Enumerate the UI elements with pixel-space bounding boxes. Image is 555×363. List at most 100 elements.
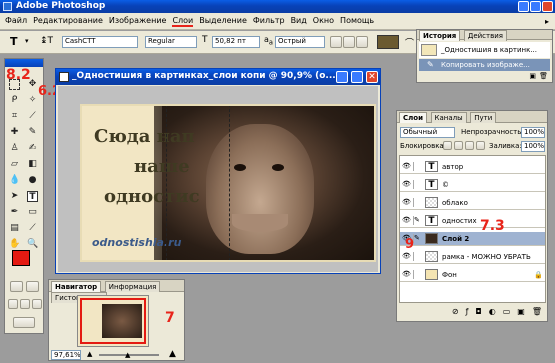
crop-tool-icon[interactable]: ⌗ xyxy=(9,111,20,122)
lasso-tool-icon[interactable]: ᑭ xyxy=(9,95,20,106)
screen-mode-full-menu-icon[interactable] xyxy=(20,299,30,309)
healing-brush-icon[interactable]: ✚ xyxy=(9,127,20,138)
document-minimize-button[interactable] xyxy=(336,71,348,83)
navigator-preview[interactable] xyxy=(77,295,149,347)
link-slot-icon[interactable] xyxy=(413,198,422,207)
dodge-tool-icon[interactable]: ● xyxy=(27,175,38,186)
lock-all-icon[interactable] xyxy=(476,141,485,150)
history-item-selected[interactable]: ✎ Копировать изображе... xyxy=(419,59,550,71)
tab-info[interactable]: Информация xyxy=(104,281,161,292)
menu-help[interactable]: Помощь xyxy=(340,16,374,27)
zoom-tool-icon[interactable]: 🔍 xyxy=(27,239,38,250)
menu-image[interactable]: Изображение xyxy=(109,16,167,27)
notes-tool-icon[interactable]: ▤ xyxy=(9,223,20,234)
text-color-swatch[interactable] xyxy=(377,35,399,49)
blur-tool-icon[interactable]: 💧 xyxy=(9,175,20,186)
tab-channels[interactable]: Каналы xyxy=(430,112,467,123)
brush-active-icon[interactable]: ✎ xyxy=(413,234,422,243)
history-trash-icon[interactable]: 🗑 xyxy=(539,72,548,80)
preset-dropdown-icon[interactable]: ▾ xyxy=(25,37,29,45)
zoom-in-icon[interactable]: ▲ xyxy=(169,349,176,359)
path-selection-icon[interactable]: ➤ xyxy=(9,191,20,202)
close-button[interactable] xyxy=(542,1,553,12)
opacity-field[interactable]: 100% xyxy=(521,127,545,138)
fill-field[interactable]: 100% xyxy=(521,141,545,152)
zoom-out-icon[interactable]: ▲ xyxy=(87,350,92,358)
visibility-eye-icon[interactable]: 👁 xyxy=(402,217,411,224)
zoom-slider-thumb[interactable]: ▲ xyxy=(125,351,130,359)
align-left-icon[interactable] xyxy=(330,36,342,48)
history-new-snapshot-icon[interactable]: ▣ xyxy=(529,72,536,80)
menu-select[interactable]: Выделение xyxy=(199,16,247,27)
menu-file[interactable]: Файл xyxy=(5,16,27,27)
maximize-button[interactable] xyxy=(530,1,541,12)
layer-row[interactable]: 👁 T автор xyxy=(400,160,545,174)
menu-edit[interactable]: Редактирование xyxy=(33,16,103,27)
tab-navigator[interactable]: Навигатор xyxy=(51,281,102,292)
eraser-tool-icon[interactable]: ▱ xyxy=(9,159,20,170)
menu-view[interactable]: Вид xyxy=(291,16,307,27)
selection-marquee[interactable] xyxy=(166,106,230,260)
align-center-icon[interactable] xyxy=(343,36,355,48)
layer-row[interactable]: 👁 Фон 🔒 xyxy=(400,268,545,282)
link-slot-icon[interactable] xyxy=(413,162,422,171)
navigator-zoom-field[interactable]: 97,61% xyxy=(51,350,81,360)
magic-wand-tool-icon[interactable]: ✧ xyxy=(27,95,38,106)
visibility-eye-icon[interactable]: 👁 xyxy=(402,199,411,206)
pen-tool-icon[interactable]: ✒ xyxy=(9,207,20,218)
quick-mask-icon[interactable] xyxy=(26,281,39,292)
layer-row[interactable]: 👁 ✎ T одностих xyxy=(400,214,545,228)
new-group-icon[interactable]: ▭ xyxy=(503,307,511,319)
lock-image-icon[interactable] xyxy=(454,141,463,150)
screen-mode-full-icon[interactable] xyxy=(32,299,42,309)
layer-row[interactable]: 👁 рамка - МОЖНО УБРАТЬ xyxy=(400,250,545,264)
menu-layers[interactable]: Слои xyxy=(172,16,194,27)
document-close-button[interactable]: ✕ xyxy=(366,71,378,83)
minimize-button[interactable] xyxy=(518,1,529,12)
standard-mode-icon[interactable] xyxy=(10,281,23,292)
layer-style-icon[interactable]: ƒ xyxy=(466,307,469,319)
link-slot-icon[interactable] xyxy=(413,270,422,279)
tab-paths[interactable]: Пути xyxy=(470,112,497,123)
layer-mask-icon[interactable]: ◘ xyxy=(475,307,481,319)
text-orientation-icon[interactable]: ↨T xyxy=(40,36,53,46)
tab-history[interactable]: История xyxy=(419,30,461,41)
visibility-eye-icon[interactable]: 👁 xyxy=(402,253,411,260)
new-layer-icon[interactable]: ▣ xyxy=(517,307,525,319)
options-arrow-icon[interactable]: ▸ xyxy=(545,17,549,26)
layer-row[interactable]: 👁 T © xyxy=(400,178,545,192)
layer-row-selected[interactable]: 👁 ✎ Слой 2 xyxy=(400,232,545,246)
font-style-select[interactable]: Regular xyxy=(145,36,197,48)
lock-position-icon[interactable] xyxy=(465,141,474,150)
tab-layers[interactable]: Слои xyxy=(399,112,427,123)
text-tool-preset[interactable]: T xyxy=(10,35,18,48)
font-size-field[interactable]: 50,82 пт xyxy=(212,36,260,48)
tab-actions[interactable]: Действия xyxy=(463,30,507,41)
align-right-icon[interactable] xyxy=(356,36,368,48)
screen-mode-standard-icon[interactable] xyxy=(8,299,18,309)
link-slot-icon[interactable] xyxy=(413,180,422,189)
visibility-eye-icon[interactable]: 👁 xyxy=(402,163,411,170)
brush-tool-icon[interactable]: ✎ xyxy=(27,127,38,138)
document-maximize-button[interactable] xyxy=(351,71,363,83)
brush-link-icon[interactable]: ✎ xyxy=(413,216,422,225)
jump-to-imageready-icon[interactable] xyxy=(13,317,35,328)
hand-tool-icon[interactable]: ✋ xyxy=(9,239,20,250)
adjustment-layer-icon[interactable]: ◐ xyxy=(489,307,496,319)
navigator-view-box[interactable] xyxy=(80,298,146,344)
type-tool-icon[interactable]: T xyxy=(27,191,38,202)
layer-row[interactable]: 👁 облако xyxy=(400,196,545,210)
visibility-eye-icon[interactable]: 👁 xyxy=(402,271,411,278)
antialias-select[interactable]: Острый xyxy=(275,36,325,48)
font-family-select[interactable]: CashCTT xyxy=(62,36,138,48)
delete-layer-icon[interactable]: 🗑 xyxy=(532,307,542,319)
lock-transparent-icon[interactable] xyxy=(443,141,452,150)
gradient-tool-icon[interactable]: ◧ xyxy=(27,159,38,170)
clone-stamp-icon[interactable]: ♙ xyxy=(9,143,20,154)
blend-mode-select[interactable]: Обычный xyxy=(400,127,455,138)
visibility-eye-icon[interactable]: 👁 xyxy=(402,181,411,188)
slice-tool-icon[interactable]: ⟋ xyxy=(27,111,38,122)
shape-tool-icon[interactable]: ▭ xyxy=(27,207,38,218)
history-brush-tool-icon[interactable]: ✍ xyxy=(27,143,38,154)
foreground-color-swatch[interactable] xyxy=(12,250,30,266)
